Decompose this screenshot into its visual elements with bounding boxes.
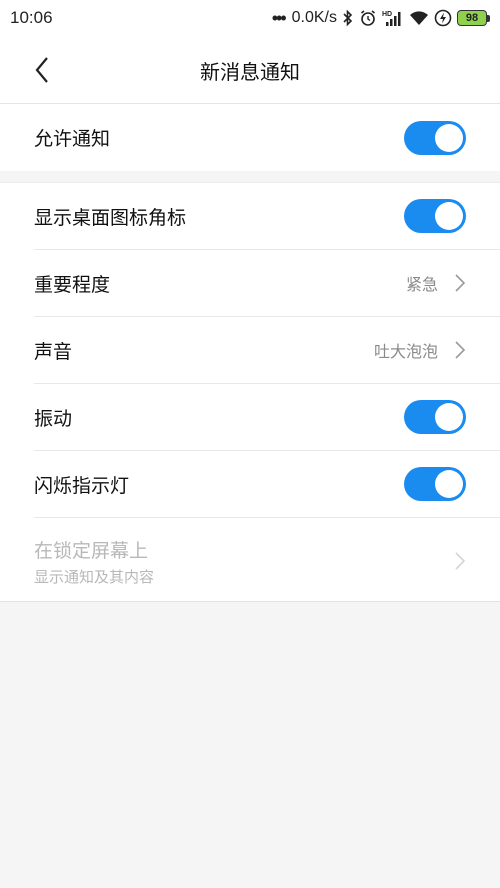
sound-value: 吐大泡泡 xyxy=(373,342,438,361)
more-dots-icon: ••• xyxy=(271,7,287,28)
vibration-row[interactable]: 振动 xyxy=(0,384,500,450)
settings-group-details: 显示桌面图标角标 重要程度 紧急 声音 吐大泡泡 振动 闪烁指示灯 在锁定屏幕上… xyxy=(0,182,500,602)
sound-row[interactable]: 声音 吐大泡泡 xyxy=(0,317,500,383)
chevron-right-icon xyxy=(452,272,468,294)
status-bar: 10:06 ••• 0.0K/s HD 98 xyxy=(0,0,500,36)
status-time: 10:06 xyxy=(10,8,53,27)
allow-notifications-label: 允许通知 xyxy=(34,128,111,150)
badge-row[interactable]: 显示桌面图标角标 xyxy=(0,183,500,249)
allow-notifications-row[interactable]: 允许通知 xyxy=(0,104,500,171)
importance-value: 紧急 xyxy=(405,275,438,294)
importance-label: 重要程度 xyxy=(34,273,111,296)
led-label: 闪烁指示灯 xyxy=(34,474,130,497)
network-speed: 0.0K/s xyxy=(291,9,337,26)
page-title: 新消息通知 xyxy=(200,60,300,84)
importance-row[interactable]: 重要程度 紧急 xyxy=(0,250,500,316)
chevron-right-icon xyxy=(452,550,468,572)
charging-icon xyxy=(434,9,452,27)
battery-level: 98 xyxy=(457,10,487,26)
hd-signal-icon: HD xyxy=(382,9,404,27)
badge-toggle[interactable] xyxy=(404,199,466,233)
badge-label: 显示桌面图标角标 xyxy=(34,206,187,229)
wifi-icon xyxy=(409,10,429,26)
lock-screen-value: 显示通知及其内容 xyxy=(34,568,155,586)
sound-label: 声音 xyxy=(34,340,73,363)
vibration-toggle[interactable] xyxy=(404,400,466,434)
battery-icon: 98 xyxy=(457,10,490,26)
page-header: 新消息通知 xyxy=(0,36,500,104)
bluetooth-icon xyxy=(342,9,354,27)
vibration-label: 振动 xyxy=(34,407,73,430)
alarm-icon xyxy=(359,9,377,27)
led-row[interactable]: 闪烁指示灯 xyxy=(0,451,500,517)
allow-notifications-toggle[interactable] xyxy=(404,120,466,155)
led-toggle[interactable] xyxy=(404,467,466,501)
status-icons: ••• 0.0K/s HD 98 xyxy=(272,8,490,29)
chevron-right-icon xyxy=(452,339,468,361)
lock-screen-label: 在锁定屏幕上 xyxy=(34,540,149,562)
svg-text:HD: HD xyxy=(382,11,392,18)
lock-screen-row[interactable]: 在锁定屏幕上 显示通知及其内容 xyxy=(0,518,500,603)
settings-group-main: 允许通知 xyxy=(0,104,500,171)
